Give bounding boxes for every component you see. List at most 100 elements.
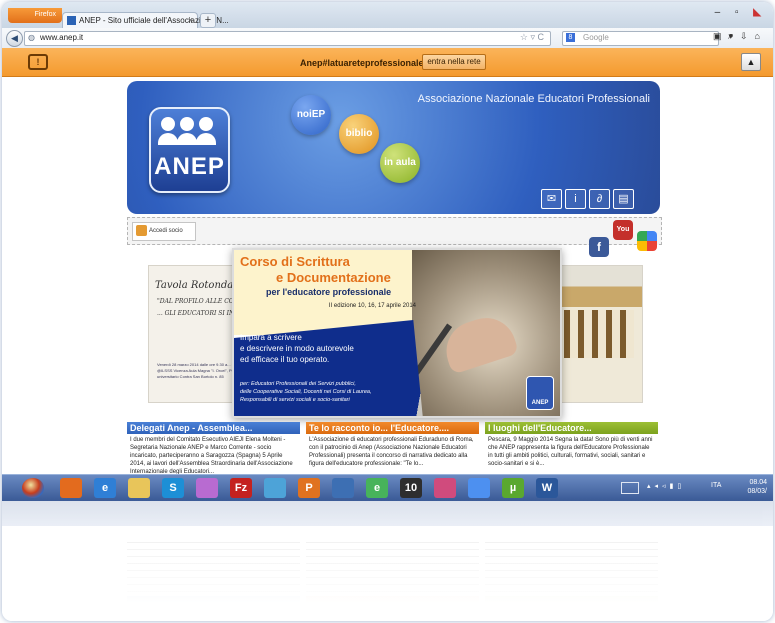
building-arches-image [564,310,634,358]
feather-icon[interactable] [196,478,218,498]
explorer-icon[interactable] [128,478,150,498]
slide-anep-logo: ANEP [526,376,554,410]
powerpoint-icon[interactable]: P [298,478,320,498]
news-item[interactable]: Te lo racconto io... l'Educatore.... L'A… [306,422,479,474]
course-audience-line3: Responsabili di servizi sociali e socio-… [240,397,350,403]
mail-icon[interactable]: ✉ [541,189,562,209]
slide-left-line2: ... GLI EDUCATORI SI IN [157,310,235,317]
slide-left-heading: Tavola Rotonda [155,280,234,291]
slide-left-info: Venerdì 28 marzo 2014 dalle ore 9.30 a..… [157,362,238,379]
screenshot-frame: Firefox ANEP - Sito ufficiale dell'Assoc… [2,2,773,621]
collapse-notification-button[interactable]: ▲ [741,53,761,71]
close-tab-icon[interactable]: × [188,15,193,25]
google-plus-icon[interactable] [637,231,657,251]
news-title[interactable]: Delegati Anep - Assemblea... [127,422,300,434]
notepad-icon[interactable] [264,478,286,498]
url-text: www.anep.it [40,33,84,42]
course-audience: per: Educatori Professionali dei Servizi… [240,380,371,404]
news-body: L'Associazione di educatori professional… [309,437,474,467]
new-tab-button[interactable]: + [200,13,216,28]
firefox-menu-label: Firefox [34,11,56,18]
address-bar[interactable]: ◍ www.anep.it ☆ ▿ C [24,31,551,46]
ie-icon[interactable]: e [94,478,116,498]
news-body: I due membri del Comitato Esecutivo AIEJ… [130,437,293,474]
navigation-bar: ◀ ◍ www.anep.it ☆ ▿ C 8 Google ⌕ ▣▾⇩⌂ [2,28,773,49]
language-indicator[interactable]: ITA [711,482,721,489]
association-title: Associazione Nazionale Educatori Profess… [417,93,650,105]
course-title-line1: Corso di Scrittura [240,254,350,269]
back-button[interactable]: ◀ [6,30,23,47]
anep-logo[interactable]: ANEP [149,107,230,193]
in-aula-link[interactable]: in aula [380,143,420,183]
join-network-button[interactable]: entra nella rete [422,54,486,70]
pink-icon[interactable] [434,478,456,498]
member-login-label: Accedi socio [149,228,183,234]
notification-text: Anep#latuareteprofessionale [300,58,424,68]
search-box[interactable]: 8 Google ⌕ [562,30,734,46]
slide-right-image[interactable] [555,265,643,403]
logo-people-icon [157,117,217,151]
course-pitch: Impara a scrivere e descrivere in modo a… [240,332,354,365]
course-edition-dates: II edizione 10, 16, 17 aprile 2014 [328,303,416,309]
social-links: fYou Tube [585,220,657,257]
keyboard-icon[interactable] [621,482,639,494]
course-audience-line2: delle Cooperative Sociali, Docenti nei C… [240,389,372,395]
start-button[interactable] [22,478,44,498]
info-icon[interactable]: i [565,189,586,209]
news-item[interactable]: I luoghi dell'Educatore... Pescara, 9 Ma… [485,422,658,474]
slide-round-table[interactable]: Tavola Rotonda "DAL PROFILO ALLE COM ...… [148,265,240,403]
browser-tab-strip: Firefox ANEP - Sito ufficiale dell'Assoc… [2,2,773,29]
search-engine-icon[interactable]: 8 [566,33,575,42]
toolbar-icons[interactable]: ▣▾⇩⌂ [713,31,767,42]
news-title[interactable]: I luoghi dell'Educatore... [485,422,658,434]
screenshot-reflection [2,500,773,621]
search-placeholder: Google [583,33,609,42]
site-header-banner: Associazione Nazionale Educatori Profess… [127,81,660,214]
clock-time: 08.04 [749,479,767,486]
course-pitch-line1: Impara a scrivere [240,333,302,342]
course-pitch-line3: ed efficace il tuo operato. [240,355,330,364]
course-audience-line1: per: Educatori Professionali dei Servizi… [240,381,356,387]
tray-icons[interactable]: ▴◂◃▮▯ [647,482,685,490]
slide-left-line1: "DAL PROFILO ALLE COM [157,298,240,305]
link-icon[interactable]: ∂ [589,189,610,209]
firefox-menu-button[interactable]: Firefox [8,8,62,23]
system-tray: ▴◂◃▮▯ ITA 08.04 08/03/ [617,478,767,498]
featured-slide-writing-course[interactable]: Corso di Scrittura e Documentazione per … [232,248,562,418]
facebook-icon[interactable]: f [589,237,609,257]
biblio-link[interactable]: biblio [339,114,379,154]
course-title-line2: e Documentazione [276,270,391,285]
bookmark-star-icon[interactable]: ☆ ▿ C [520,32,544,43]
news-title[interactable]: Te lo racconto io... l'Educatore.... [306,422,479,434]
member-login-button[interactable]: Accedi socio [132,222,196,241]
notification-bar: ! Anep#latuareteprofessionale entra nell… [2,48,773,77]
browser-tab[interactable]: ANEP - Sito ufficiale dell'Associazione … [62,12,229,29]
browser-icon[interactable]: e [366,478,388,498]
lock-icon [136,225,147,236]
site-identity-icon[interactable]: ◍ [28,33,35,42]
ten-icon[interactable]: 10 [400,478,422,498]
favicon-icon [67,16,76,25]
news-body: Pescara, 9 Maggio 2014 Segna la data! So… [488,437,653,467]
filezilla-icon[interactable]: Fz [230,478,252,498]
document-icon[interactable]: ▤ [613,189,634,209]
noiep-link[interactable]: noiEP [291,95,331,135]
skype-icon[interactable]: S [162,478,184,498]
member-access-bar: Accedi socio fYou Tube [127,217,662,257]
word-icon[interactable]: W [536,478,558,498]
logo-text: ANEP [154,153,225,180]
chrome-icon[interactable] [468,478,490,498]
firefox-icon[interactable] [60,478,82,498]
course-pitch-line2: e descrivere in modo autorevole [240,344,354,353]
reflection-fade [2,500,773,621]
thunderbird-icon[interactable] [332,478,354,498]
news-item[interactable]: Delegati Anep - Assemblea... I due membr… [127,422,300,474]
youtube-icon[interactable]: You Tube [613,220,633,253]
course-subtitle: per l'educatore professionale [266,287,392,297]
windows-taskbar: e S Fz Pe 10 µ W ▴◂◃▮▯ ITA 08.04 08/03/ [2,474,773,501]
window-controls[interactable]: – ▫ ◣ [715,7,767,18]
notification-bubble-icon: ! [28,54,48,70]
clock-date: 08/03/ [747,488,767,495]
clock[interactable]: 08.04 08/03/ [748,478,767,496]
utorrent-icon[interactable]: µ [502,478,524,498]
